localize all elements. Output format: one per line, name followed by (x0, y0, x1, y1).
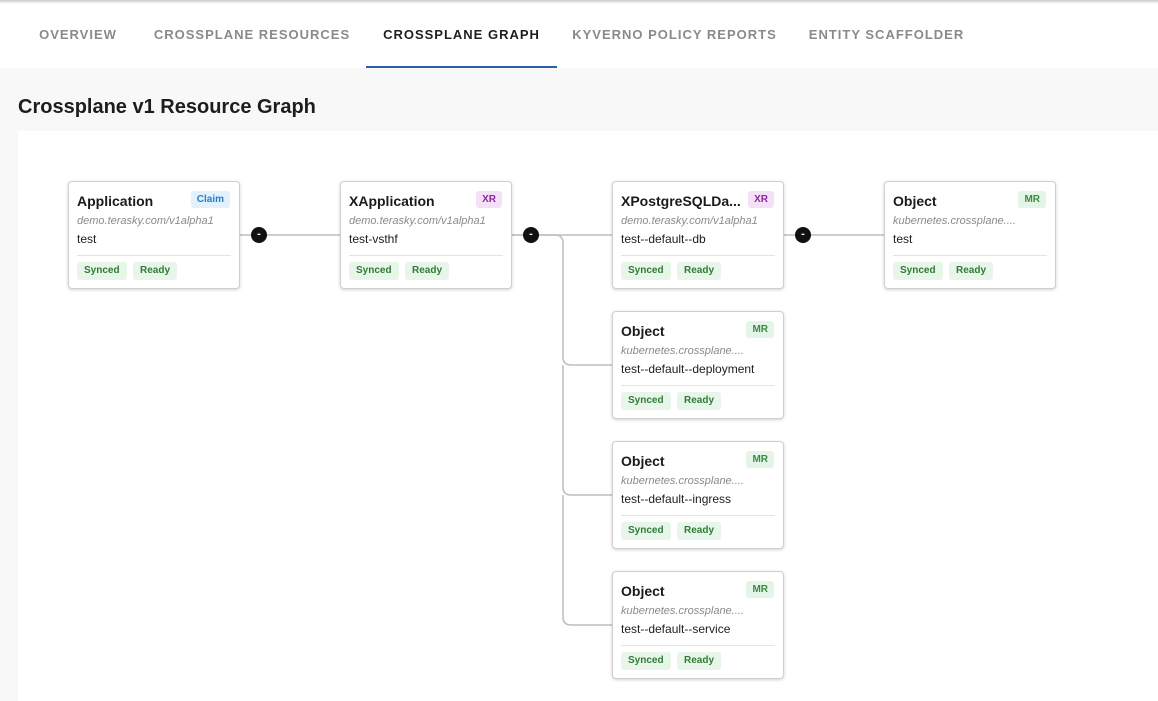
app-bar-shadow (0, 0, 1158, 4)
ready-status-chip: Ready (677, 522, 722, 540)
node-resource-name: test (893, 232, 913, 246)
node-resource-name: test--default--ingress (621, 492, 732, 506)
node-kind: Object (621, 583, 665, 599)
node-api-version: kubernetes.crossplane.... (621, 605, 744, 617)
tab-crossplane-resources[interactable]: CROSSPLANE RESOURCES (138, 0, 366, 68)
node-resource-name: test--default--service (621, 622, 731, 636)
tab-overview[interactable]: OVERVIEW (18, 0, 138, 68)
node-resource-name: test--default--deployment (621, 362, 755, 376)
mr-badge: MR (1018, 191, 1046, 208)
mr-badge: MR (746, 581, 774, 598)
node-api-version: demo.terasky.com/v1alpha1 (77, 215, 214, 227)
synced-status-chip: Synced (893, 262, 943, 280)
node-kind: XPostgreSQLDa... (621, 193, 741, 209)
node-api-version: demo.terasky.com/v1alpha1 (349, 215, 486, 227)
node-kind: Application (77, 193, 154, 209)
node-divider (621, 385, 775, 386)
node-object-ingress-mr[interactable]: Object MR kubernetes.crossplane.... test… (612, 441, 784, 549)
node-divider (77, 255, 231, 256)
synced-status-chip: Synced (621, 262, 671, 280)
synced-status-chip: Synced (349, 262, 399, 280)
tab-crossplane-graph[interactable]: CROSSPLANE GRAPH (366, 0, 557, 68)
node-divider (893, 255, 1047, 256)
node-api-version: kubernetes.crossplane.... (621, 475, 744, 487)
node-resource-name: test (77, 232, 97, 246)
tab-entity-scaffolder[interactable]: ENTITY SCAFFOLDER (792, 0, 981, 68)
ready-status-chip: Ready (677, 262, 722, 280)
ready-status-chip: Ready (677, 392, 722, 410)
node-api-version: demo.terasky.com/v1alpha1 (621, 215, 758, 227)
tab-bar: OVERVIEW CROSSPLANE RESOURCES CROSSPLANE… (0, 0, 1158, 68)
node-api-version: kubernetes.crossplane.... (621, 345, 744, 357)
collapse-toggle-application[interactable]: - (251, 227, 267, 243)
xr-badge: XR (748, 191, 774, 208)
collapse-toggle-xpostgresql[interactable]: - (795, 227, 811, 243)
node-api-version: kubernetes.crossplane.... (893, 215, 1016, 227)
node-divider (621, 255, 775, 256)
node-xapplication-xr[interactable]: XApplication XR demo.terasky.com/v1alpha… (340, 181, 512, 289)
node-kind: Object (893, 193, 937, 209)
node-divider (621, 645, 775, 646)
ready-status-chip: Ready (677, 652, 722, 670)
node-resource-name: test-vsthf (349, 232, 398, 246)
node-kind: XApplication (349, 193, 435, 209)
synced-status-chip: Synced (621, 652, 671, 670)
node-kind: Object (621, 453, 665, 469)
ready-status-chip: Ready (133, 262, 178, 280)
mr-badge: MR (746, 321, 774, 338)
synced-status-chip: Synced (621, 392, 671, 410)
synced-status-chip: Synced (621, 522, 671, 540)
node-kind: Object (621, 323, 665, 339)
xr-badge: XR (476, 191, 502, 208)
page-title: Crossplane v1 Resource Graph (18, 96, 316, 118)
node-object-deployment-mr[interactable]: Object MR kubernetes.crossplane.... test… (612, 311, 784, 419)
claim-badge: Claim (190, 191, 230, 208)
collapse-toggle-xapplication[interactable]: - (523, 227, 539, 243)
mr-badge: MR (746, 451, 774, 468)
node-divider (621, 515, 775, 516)
ready-status-chip: Ready (405, 262, 450, 280)
node-xpostgresql-xr[interactable]: XPostgreSQLDa... XR demo.terasky.com/v1a… (612, 181, 784, 289)
synced-status-chip: Synced (77, 262, 127, 280)
node-divider (349, 255, 503, 256)
node-object-service-mr[interactable]: Object MR kubernetes.crossplane.... test… (612, 571, 784, 679)
tab-kyverno-policy-reports[interactable]: KYVERNO POLICY REPORTS (557, 0, 792, 68)
node-application-claim[interactable]: Application Claim demo.terasky.com/v1alp… (68, 181, 240, 289)
ready-status-chip: Ready (949, 262, 994, 280)
node-resource-name: test--default--db (621, 232, 706, 246)
node-object-test-mr[interactable]: Object MR kubernetes.crossplane.... test… (884, 181, 1056, 289)
